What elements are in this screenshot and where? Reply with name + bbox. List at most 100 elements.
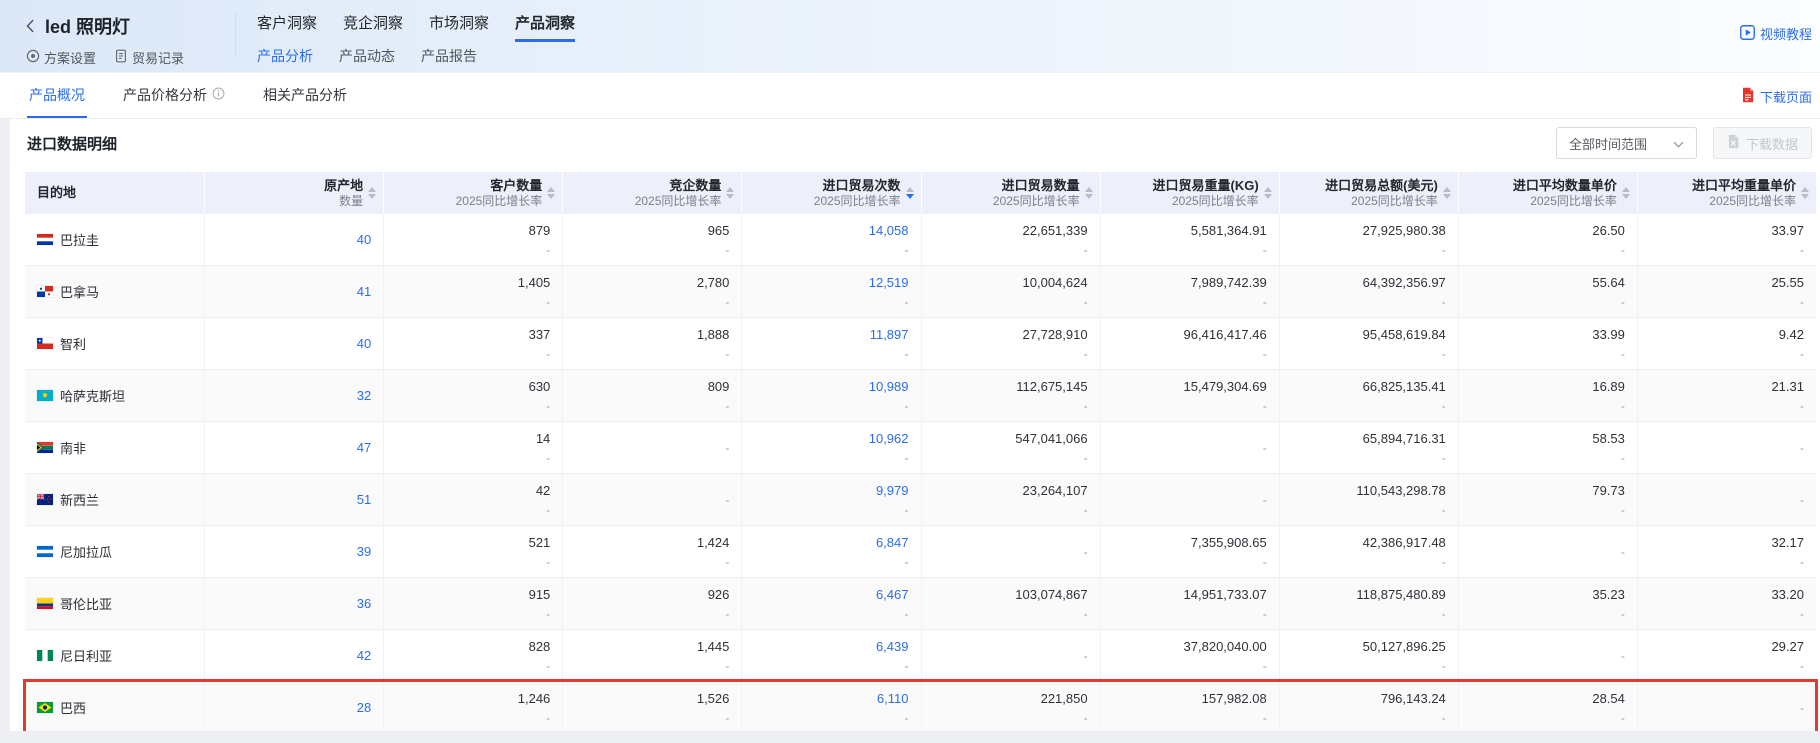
column-title: 竞企数量 [635,178,722,194]
sort-carets-icon[interactable] [547,187,555,199]
page-tab-1[interactable]: 产品概况 [27,71,87,118]
cell-value: 65,894,716.31 [1363,430,1446,447]
column-header-10[interactable]: 进口平均重量单价2025同比增长率 [1637,172,1816,214]
data-cell: 337- [383,318,562,369]
cell-growth: - [725,606,729,622]
cell-growth: - [1263,294,1267,310]
value-link[interactable]: 14,058 [869,222,909,239]
destination-name: 哥伦比亚 [60,594,112,613]
value-link[interactable]: 36 [357,595,371,612]
column-header-9[interactable]: 进口平均数量单价2025同比增长率 [1458,172,1637,214]
video-tutorial-link[interactable]: 视频教程 [1740,24,1812,43]
destination-name: 哈萨克斯坦 [60,386,125,405]
value-link[interactable]: 40 [357,231,371,248]
data-cell: 42- [383,474,562,525]
cell-growth: - [725,346,729,362]
info-icon[interactable] [212,87,225,103]
nav-tab-2[interactable]: 竞企洞察 [343,12,403,42]
data-cell: 1,405- [383,266,562,317]
excel-icon [1727,134,1740,152]
value-link[interactable]: 11,897 [870,326,909,343]
data-cell: 10,962- [741,422,920,473]
quick-link-2[interactable]: 贸易记录 [114,48,184,67]
column-header-7[interactable]: 进口贸易重量(KG)2025同比增长率 [1100,172,1279,214]
cell-growth: - [1084,398,1088,414]
download-page-link[interactable]: 下载页面 [1741,87,1812,106]
column-header-text: 进口贸易次数2025同比增长率 [814,178,901,209]
nav-tab-4[interactable]: 产品洞察 [515,12,575,42]
value-link[interactable]: 32 [357,387,371,404]
cell-growth: - [725,492,729,508]
cell-value: 221,850 [1041,690,1088,707]
download-data-button[interactable]: 下载数据 [1713,127,1812,159]
value-link[interactable]: 12,519 [869,274,909,291]
table-body: 巴拉圭40879-965-14,058-22,651,339-5,581,364… [25,214,1816,731]
value-link[interactable]: 39 [357,543,371,560]
page-tab-2[interactable]: 产品价格分析 [121,71,227,118]
page: led 照明灯 方案设置贸易记录 客户洞察竞企洞察市场洞察产品洞察 产品分析产品… [0,0,1820,743]
data-cell: 25.55- [1637,266,1816,317]
column-header-3[interactable]: 客户数量2025同比增长率 [383,172,562,214]
sort-carets-icon[interactable] [1801,187,1809,199]
column-header-2[interactable]: 原产地数量 [204,172,383,214]
column-title: 进口贸易数量 [993,178,1080,194]
value-link[interactable]: 28 [357,699,371,716]
cell-growth: - [1442,398,1446,414]
value-link[interactable]: 51 [357,491,371,508]
data-cell: - [562,422,741,473]
data-cell: 11,897- [741,318,920,369]
sort-carets-icon[interactable] [368,187,376,199]
sort-carets-icon[interactable] [1622,187,1630,199]
data-cell: 547,041,066- [921,422,1100,473]
data-cell: 10,004,624- [921,266,1100,317]
cell-growth: - [546,450,550,466]
divider [235,13,236,57]
column-header-8[interactable]: 进口贸易总额(美元)2025同比增长率 [1279,172,1458,214]
back-chevron-icon[interactable] [26,19,36,33]
sort-asc-icon [1443,187,1451,192]
sort-carets-icon[interactable] [906,187,914,199]
cell-growth: - [725,554,729,570]
table-row: 尼日利亚42828-1,445-6,439--37,820,040.00-50,… [25,630,1816,682]
time-range-select[interactable]: 全部时间范围 [1556,127,1697,159]
sort-carets-icon[interactable] [1264,187,1272,199]
column-header-5[interactable]: 进口贸易次数2025同比增长率 [741,172,920,214]
cell-value: 33.99 [1592,326,1625,343]
data-cell: 14,951,733.07- [1100,578,1279,629]
value-link[interactable]: 41 [357,283,371,300]
page-tab-label: 相关产品分析 [263,85,347,105]
sort-desc-icon [1443,194,1451,199]
column-header-6[interactable]: 进口贸易数量2025同比增长率 [921,172,1100,214]
cell-value: 14 [536,430,550,447]
value-link[interactable]: 42 [357,647,371,664]
cell-growth: - [1621,450,1625,466]
cell-growth: - [725,440,729,456]
data-cell: 58.53- [1458,422,1637,473]
value-link[interactable]: 47 [357,439,371,456]
value-link[interactable]: 6,467 [876,586,909,603]
sort-carets-icon[interactable] [1443,187,1451,199]
value-link[interactable]: 10,989 [869,378,909,395]
value-link[interactable]: 10,962 [869,430,909,447]
cell-growth: - [546,606,550,622]
sort-carets-icon[interactable] [726,187,734,199]
data-cell: 1,888- [562,318,741,369]
value-link[interactable]: 6,847 [876,534,909,551]
cell-value: 828 [529,638,551,655]
value-link[interactable]: 9,979 [876,482,909,499]
sort-carets-icon[interactable] [1085,187,1093,199]
page-tab-3[interactable]: 相关产品分析 [261,71,349,118]
cell-growth: - [546,658,550,674]
sort-asc-icon [906,187,914,192]
value-link[interactable]: 6,110 [877,690,909,707]
topbar: led 照明灯 方案设置贸易记录 客户洞察竞企洞察市场洞察产品洞察 产品分析产品… [0,0,1820,72]
column-header-4[interactable]: 竞企数量2025同比增长率 [562,172,741,214]
value-link[interactable]: 40 [357,335,371,352]
data-cell: 55.64- [1458,266,1637,317]
quick-link-1[interactable]: 方案设置 [26,48,96,67]
cell-value: 1,445 [697,638,730,655]
value-link[interactable]: 6,439 [876,638,909,655]
nav-tab-1[interactable]: 客户洞察 [257,12,317,42]
nav-tab-3[interactable]: 市场洞察 [429,12,489,42]
import-data-card: 进口数据明细 全部时间范围 下载数据 [10,119,1820,731]
